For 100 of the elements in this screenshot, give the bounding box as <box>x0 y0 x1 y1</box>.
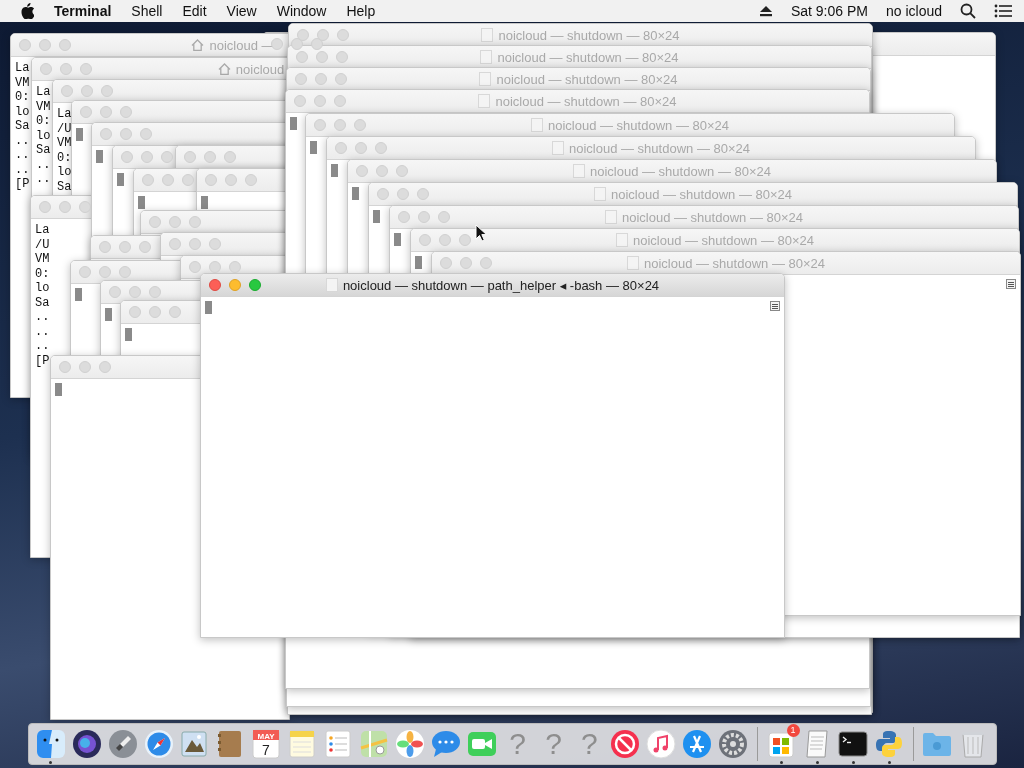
scroll-marker-icon[interactable] <box>1006 279 1016 289</box>
terminal-line: VM <box>36 99 51 114</box>
zoom-button[interactable] <box>354 119 366 131</box>
text-cursor <box>96 150 103 163</box>
zoom-button[interactable] <box>169 306 181 318</box>
document-icon <box>626 256 639 270</box>
zoom-button[interactable] <box>229 261 241 273</box>
terminal-line: VM <box>57 136 72 151</box>
minimize-button[interactable] <box>99 266 111 278</box>
zoom-button[interactable] <box>245 174 257 186</box>
minimize-button[interactable] <box>81 85 93 97</box>
zoom-button[interactable] <box>438 211 450 223</box>
zoom-button[interactable] <box>101 85 113 97</box>
minimize-button[interactable] <box>141 151 153 163</box>
zoom-button[interactable] <box>224 151 236 163</box>
minimize-button[interactable] <box>316 51 328 63</box>
orb-icon[interactable] <box>70 728 103 760</box>
minimize-button[interactable] <box>169 216 181 228</box>
zoom-button[interactable] <box>59 39 71 51</box>
zoom-button[interactable] <box>209 238 221 250</box>
minimize-button[interactable] <box>60 63 72 75</box>
menu-item[interactable]: Shell <box>131 3 163 19</box>
search-icon[interactable] <box>960 3 976 19</box>
clock[interactable]: Sat 9:06 PM <box>790 3 868 19</box>
minimize-button[interactable] <box>149 306 161 318</box>
user-name[interactable]: no icloud <box>885 3 942 19</box>
zoom-button[interactable] <box>99 361 111 373</box>
text-cursor <box>205 301 212 314</box>
minimize-button[interactable] <box>120 128 132 140</box>
menu-item[interactable]: Edit <box>182 3 207 19</box>
calendar-icon[interactable]: MAY 7 <box>250 728 283 760</box>
crossed-sticks-icon[interactable] <box>681 728 714 760</box>
zoom-button[interactable] <box>417 188 429 200</box>
compass-icon[interactable] <box>142 728 175 760</box>
apple-menu-icon[interactable] <box>20 3 34 19</box>
speech-bubble-icon[interactable] <box>429 728 462 760</box>
zoom-button[interactable] <box>189 216 201 228</box>
music-note-icon[interactable] <box>645 728 678 760</box>
menu-item[interactable]: Help <box>346 3 376 19</box>
minimize-button[interactable] <box>119 241 131 253</box>
zoom-button[interactable] <box>161 151 173 163</box>
zoom-button[interactable] <box>140 128 152 140</box>
minimize-button[interactable] <box>225 174 237 186</box>
document-icon <box>325 278 338 292</box>
minimize-button[interactable] <box>355 142 367 154</box>
minimize-button[interactable] <box>209 261 221 273</box>
list-icon[interactable] <box>994 4 1012 18</box>
minimize-button[interactable] <box>418 211 430 223</box>
zoom-button[interactable] <box>80 63 92 75</box>
close-button[interactable] <box>209 279 221 291</box>
minimize-button[interactable] <box>315 73 327 85</box>
zoom-button[interactable] <box>375 142 387 154</box>
terminal-line: .. <box>35 310 50 325</box>
minimize-button[interactable] <box>439 234 451 246</box>
gear-icon[interactable] <box>717 728 749 760</box>
zoom-button[interactable] <box>459 234 471 246</box>
app-menu[interactable]: Terminal <box>54 3 112 19</box>
minimize-button[interactable] <box>397 188 409 200</box>
zoom-button[interactable] <box>79 201 91 213</box>
window-title: noicloud — shutdown — 80×24 <box>495 93 677 109</box>
zoom-button[interactable] <box>120 106 132 118</box>
text-cursor <box>373 210 380 223</box>
zoom-button[interactable] <box>336 51 348 63</box>
minimize-button[interactable] <box>460 257 472 269</box>
minimize-button[interactable] <box>376 165 388 177</box>
minimize-button[interactable] <box>229 279 241 291</box>
zoom-button[interactable] <box>149 286 161 298</box>
zoom-button[interactable] <box>334 95 346 107</box>
minimize-button[interactable] <box>189 238 201 250</box>
scroll-marker-icon[interactable] <box>770 301 780 311</box>
zoom-button[interactable] <box>249 279 261 291</box>
terminal-line: VM <box>35 252 50 267</box>
zoom-button[interactable] <box>182 174 194 186</box>
minimize-button[interactable] <box>314 95 326 107</box>
minimize-button[interactable] <box>79 361 91 373</box>
zoom-button[interactable] <box>480 257 492 269</box>
menu-item[interactable]: Window <box>276 3 327 19</box>
terminal-line: VM <box>15 75 30 90</box>
zoom-button[interactable] <box>396 165 408 177</box>
menu-item[interactable]: View <box>226 3 257 19</box>
minimize-button[interactable] <box>162 174 174 186</box>
minimize-button[interactable] <box>204 151 216 163</box>
terminal-line: lo <box>36 128 51 143</box>
running-indicator <box>887 761 891 764</box>
minimize-button[interactable] <box>334 119 346 131</box>
flower-icon[interactable] <box>393 728 426 760</box>
minimize-button[interactable] <box>39 39 51 51</box>
minimize-button[interactable] <box>59 201 71 213</box>
terminal-icon[interactable] <box>837 728 870 760</box>
minimize-button[interactable] <box>100 106 112 118</box>
circle-slash-icon[interactable] <box>609 728 642 760</box>
minimize-button[interactable] <box>129 286 141 298</box>
terminal-line: 0: <box>35 266 50 281</box>
zoom-button[interactable] <box>335 73 347 85</box>
eject-icon[interactable] <box>758 5 773 17</box>
zoom-button[interactable] <box>119 266 131 278</box>
zoom-button[interactable] <box>139 241 151 253</box>
window-title: noicloud — shutdown — 80×24 <box>547 117 729 133</box>
zoom-button[interactable] <box>337 29 349 41</box>
minimize-button[interactable] <box>317 29 329 41</box>
